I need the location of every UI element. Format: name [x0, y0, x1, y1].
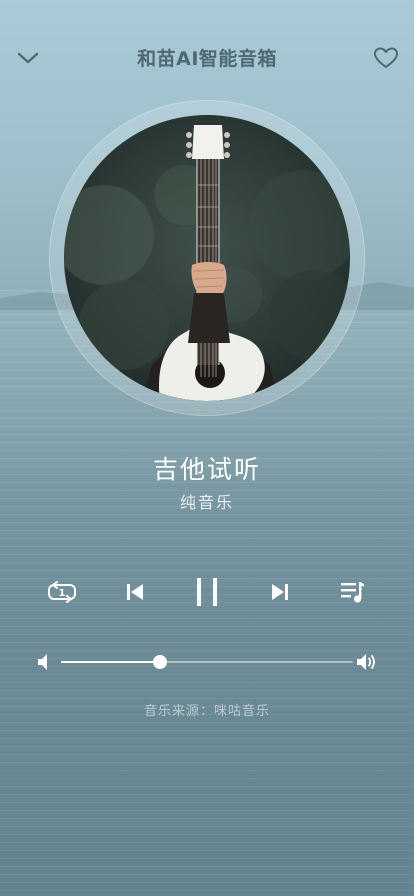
chevron-down-icon — [17, 52, 39, 64]
repeat-badge: 1 — [59, 588, 66, 599]
next-button[interactable] — [260, 572, 300, 612]
playlist-button[interactable] — [333, 572, 373, 612]
song-title: 吉他试听 — [152, 455, 261, 484]
repeat-mode-button[interactable]: 1 — [42, 572, 82, 612]
favorite-button[interactable] — [370, 42, 402, 74]
volume-slider-thumb[interactable] — [153, 655, 168, 669]
header-bar: 和苗AI智能音箱 — [0, 36, 414, 80]
page-title: 和苗AI智能音箱 — [137, 48, 277, 70]
skip-previous-icon — [127, 584, 143, 600]
volume-slider-fill — [61, 661, 161, 663]
previous-button[interactable] — [115, 572, 155, 612]
heart-outline-icon — [374, 47, 398, 68]
playback-controls: 1 — [0, 572, 414, 612]
album-cover — [64, 115, 350, 401]
volume-slider[interactable] — [61, 655, 353, 669]
repeat-one-icon: 1 — [48, 581, 76, 603]
volume-low-icon[interactable] — [36, 652, 54, 672]
song-artist: 纯音乐 — [179, 493, 234, 512]
playlist-icon — [341, 582, 364, 603]
play-pause-button[interactable] — [187, 572, 227, 612]
music-source-label: 音乐来源：咪咕音乐 — [143, 704, 270, 719]
skip-next-icon — [272, 584, 288, 600]
volume-high-icon[interactable] — [356, 652, 378, 672]
volume-control — [0, 648, 414, 676]
player-screen: 和苗AI智能音箱 吉他试听 纯音乐 1 音乐来源：咪咕音乐 — [0, 0, 414, 896]
pause-icon — [197, 578, 217, 606]
guitar-cover-image — [64, 115, 350, 401]
collapse-button[interactable] — [12, 42, 44, 74]
